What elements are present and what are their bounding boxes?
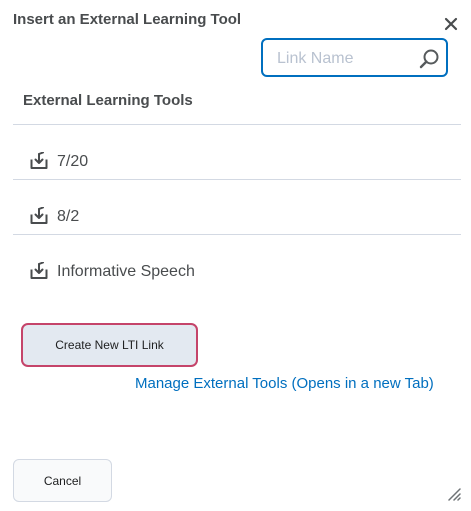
list-item-label: Informative Speech [57,263,195,280]
resize-grip-icon [448,488,461,501]
manage-external-tools-link[interactable]: Manage External Tools (Opens in a new Ta… [135,375,434,392]
list-item[interactable]: 8/2 [13,180,461,235]
list-item-label: 8/2 [57,208,80,225]
create-lti-link-button[interactable]: Create New LTI Link [21,323,198,367]
dialog-title: Insert an External Learning Tool [13,11,242,28]
section-heading: External Learning Tools [23,92,193,109]
search-box [261,38,448,77]
search-input[interactable] [277,48,407,70]
list-item[interactable]: 7/20 [13,125,461,180]
tool-list: 7/20 8/2 Informative Speech [13,124,461,289]
list-item[interactable]: Informative Speech [13,235,461,289]
insert-download-icon [30,261,48,280]
list-item-label: 7/20 [57,153,89,170]
close-icon [444,17,458,31]
insert-download-icon [30,206,48,225]
search-icon [419,49,439,69]
insert-external-tool-dialog: Insert an External Learning Tool Externa… [0,0,471,511]
insert-download-icon [30,151,48,170]
search-button[interactable] [418,48,440,70]
resize-handle[interactable] [447,487,461,501]
cancel-button[interactable]: Cancel [13,459,112,502]
close-button[interactable] [441,14,461,34]
